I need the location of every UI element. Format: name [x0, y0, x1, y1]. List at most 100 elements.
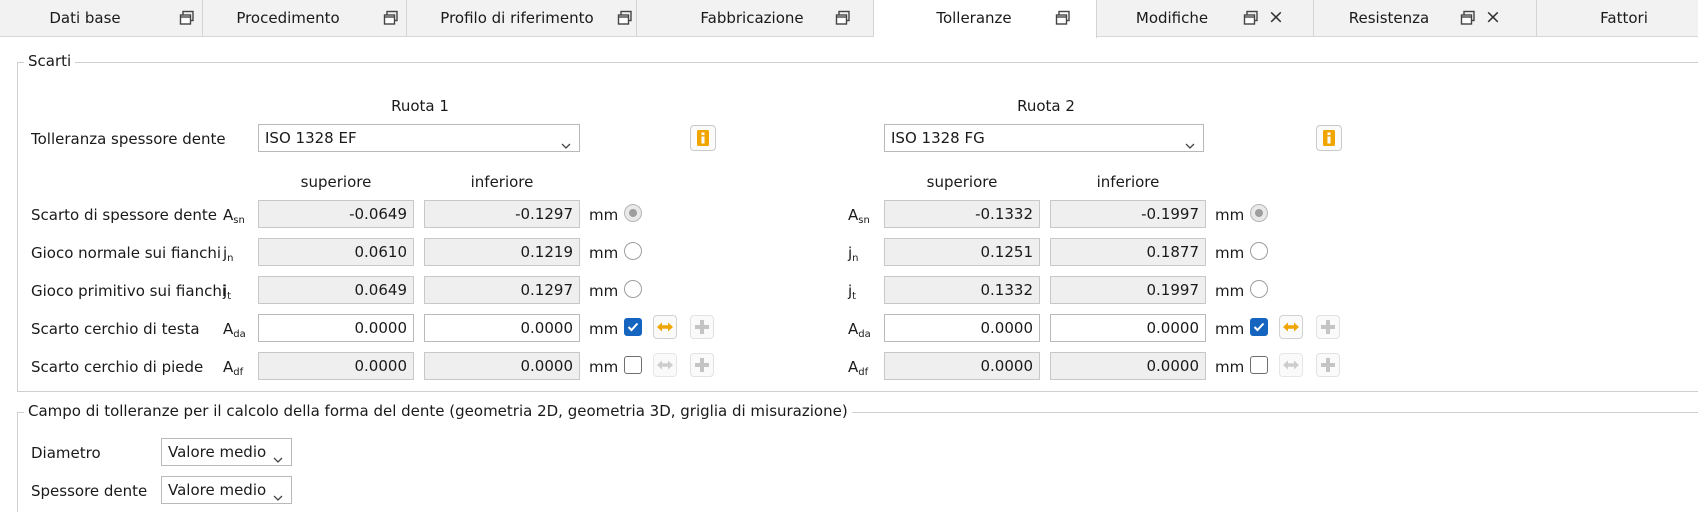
- unit-mm: mm: [1215, 358, 1245, 376]
- float-window-icon[interactable]: [1243, 10, 1259, 26]
- float-window-icon[interactable]: [617, 10, 633, 26]
- tab-resistenza[interactable]: Resistenza ×: [1314, 0, 1537, 37]
- ruota-1-info-button[interactable]: [690, 125, 716, 151]
- ruota-1-tolerance-select[interactable]: ISO 1328 EF: [258, 124, 580, 152]
- ruota-1-asn-upper: -0.0649: [258, 200, 414, 228]
- ruota-2-adf-swap-button[interactable]: [1279, 353, 1303, 377]
- ruota-1-jn-radio[interactable]: [624, 242, 642, 260]
- ruota-1-ada-add-button[interactable]: [690, 315, 714, 339]
- close-icon[interactable]: ×: [1484, 6, 1502, 28]
- tab-label: Resistenza: [1348, 9, 1430, 27]
- tab-label: Procedimento: [236, 9, 340, 27]
- symbol-base: A: [223, 320, 234, 338]
- ruota-1-adf-swap-button[interactable]: [653, 353, 677, 377]
- ruota-2-asn-lower: -0.1997: [1050, 200, 1206, 228]
- float-window-icon[interactable]: [383, 10, 399, 26]
- spessore-dente-select[interactable]: Valore medio: [161, 476, 292, 504]
- ruota-2-ada-swap-button[interactable]: [1279, 315, 1303, 339]
- unit-mm: mm: [1215, 244, 1245, 262]
- ruota-1-ada-lower-input[interactable]: 0.0000: [424, 314, 580, 342]
- check-icon: [1253, 322, 1265, 332]
- ruota-1-adf-lower: 0.0000: [424, 352, 580, 380]
- ruota-2-col-inferiore: inferiore: [1096, 173, 1160, 191]
- ruota-1-ada-swap-button[interactable]: [653, 315, 677, 339]
- ruota-1-jn-lower: 0.1219: [424, 238, 580, 266]
- row-label: Scarto cerchio di testa: [31, 320, 200, 338]
- check-icon: [627, 322, 639, 332]
- tab-label: Modifiche: [1135, 9, 1209, 27]
- ruota-2-jt-upper: 0.1332: [884, 276, 1040, 304]
- symbol-base: A: [848, 358, 859, 376]
- row-label: Scarto di spessore dente: [31, 206, 217, 224]
- tab-bar: Dati base Procedimento Profilo di riferi…: [0, 0, 1698, 38]
- chevron-down-icon: [273, 485, 283, 501]
- ruota-2-tolerance-select[interactable]: ISO 1328 FG: [884, 124, 1204, 152]
- float-window-icon[interactable]: [835, 10, 851, 26]
- ruota-1-jt-lower: 0.1297: [424, 276, 580, 304]
- tab-fabbricazione[interactable]: Fabbricazione: [637, 0, 874, 37]
- float-window-icon[interactable]: [1460, 10, 1476, 26]
- ruota-1-jt-radio[interactable]: [624, 280, 642, 298]
- diametro-select[interactable]: Valore medio: [161, 438, 292, 466]
- tab-label: Fabbricazione: [700, 9, 804, 27]
- ruota-2-info-button[interactable]: [1316, 125, 1342, 151]
- tab-dati-base[interactable]: Dati base: [0, 0, 203, 37]
- tab-label: Dati base: [49, 9, 121, 27]
- ruota-1-col-inferiore: inferiore: [470, 173, 534, 191]
- ruota-2-adf-lower: 0.0000: [1050, 352, 1206, 380]
- ruota-2-asn-radio[interactable]: [1250, 204, 1268, 222]
- symbol-adf: Adf: [223, 358, 243, 378]
- ruota-1-ada-upper-input[interactable]: 0.0000: [258, 314, 414, 342]
- ruota-2-adf-add-button[interactable]: [1316, 353, 1340, 377]
- ruota-1-asn-radio[interactable]: [624, 204, 642, 222]
- symbol-asn: Asn: [848, 206, 870, 226]
- ruota-2-jn-lower: 0.1877: [1050, 238, 1206, 266]
- scarti-group-title: Scarti: [24, 52, 76, 70]
- float-window-icon[interactable]: [1055, 10, 1071, 26]
- ruota-1-adf-add-button[interactable]: [690, 353, 714, 377]
- spessore-dente-label: Spessore dente: [31, 482, 148, 500]
- symbol-sub: t: [852, 291, 857, 302]
- row-label: Gioco normale sui fianchi: [31, 244, 222, 262]
- plus-icon: [695, 320, 709, 334]
- ruota-2-ada-lower-input[interactable]: 0.0000: [1050, 314, 1206, 342]
- unit-mm: mm: [589, 206, 619, 224]
- info-icon: [697, 130, 709, 146]
- tab-profilo-di-riferimento[interactable]: Profilo di riferimento: [407, 0, 637, 37]
- tab-fattori[interactable]: Fattori: [1537, 0, 1698, 37]
- tab-modifiche[interactable]: Modifiche ×: [1097, 0, 1314, 37]
- ruota-2-tolerance-value: ISO 1328 FG: [891, 129, 985, 147]
- symbol-ada: Ada: [223, 320, 246, 340]
- tab-label: Profilo di riferimento: [440, 9, 594, 27]
- unit-mm: mm: [589, 244, 619, 262]
- ruota-2-adf-upper: 0.0000: [884, 352, 1040, 380]
- plus-icon: [1321, 358, 1335, 372]
- float-window-icon[interactable]: [179, 10, 195, 26]
- symbol-sub: df: [858, 367, 869, 378]
- close-icon[interactable]: ×: [1267, 6, 1285, 28]
- ruota-2-adf-checkbox[interactable]: [1250, 356, 1268, 374]
- ruota-2-ada-upper-input[interactable]: 0.0000: [884, 314, 1040, 342]
- ruota-2-ada-checkbox[interactable]: [1250, 318, 1268, 336]
- diametro-label: Diametro: [31, 444, 101, 462]
- ruota-1-adf-checkbox[interactable]: [624, 356, 642, 374]
- tab-procedimento[interactable]: Procedimento: [203, 0, 407, 37]
- symbol-jt: jt: [223, 282, 231, 302]
- unit-mm: mm: [589, 358, 619, 376]
- ruota-2-jn-radio[interactable]: [1250, 242, 1268, 260]
- ruota-1-ada-checkbox[interactable]: [624, 318, 642, 336]
- ruota-2-asn-upper: -0.1332: [884, 200, 1040, 228]
- symbol-sub: df: [233, 367, 244, 378]
- tab-tolleranze[interactable]: Tolleranze: [874, 0, 1097, 38]
- symbol-adf: Adf: [848, 358, 868, 378]
- chevron-down-icon: [1185, 133, 1195, 149]
- ruota-2-ada-add-button[interactable]: [1316, 315, 1340, 339]
- swap-arrows-icon: [1283, 360, 1299, 370]
- symbol-asn: Asn: [223, 206, 245, 226]
- symbol-sub: da: [858, 329, 871, 340]
- ruota-2-jt-radio[interactable]: [1250, 280, 1268, 298]
- unit-mm: mm: [1215, 320, 1245, 338]
- symbol-sub: n: [227, 253, 234, 264]
- symbol-jn: jn: [848, 244, 859, 264]
- swap-arrows-icon: [1283, 322, 1299, 332]
